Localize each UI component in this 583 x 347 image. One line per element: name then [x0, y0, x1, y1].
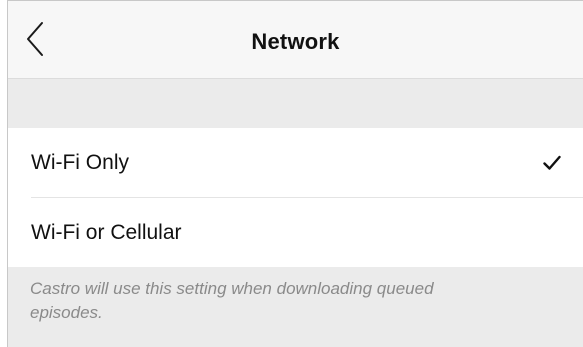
navigation-bar: Network [8, 1, 583, 79]
footer-description: Castro will use this setting when downlo… [30, 279, 434, 322]
network-options-list: Wi-Fi Only Wi-Fi or Cellular [8, 128, 583, 267]
option-wifi-only[interactable]: Wi-Fi Only [8, 128, 583, 198]
option-label: Wi-Fi or Cellular [31, 220, 182, 244]
page-title: Network [251, 29, 340, 54]
settings-window: Network Wi-Fi Only Wi-Fi or Cellular Cas… [7, 0, 583, 347]
option-label: Wi-Fi Only [31, 150, 129, 174]
checkmark-icon [543, 155, 561, 171]
option-wifi-or-cellular[interactable]: Wi-Fi or Cellular [8, 198, 583, 267]
section-header-spacer [8, 79, 583, 128]
